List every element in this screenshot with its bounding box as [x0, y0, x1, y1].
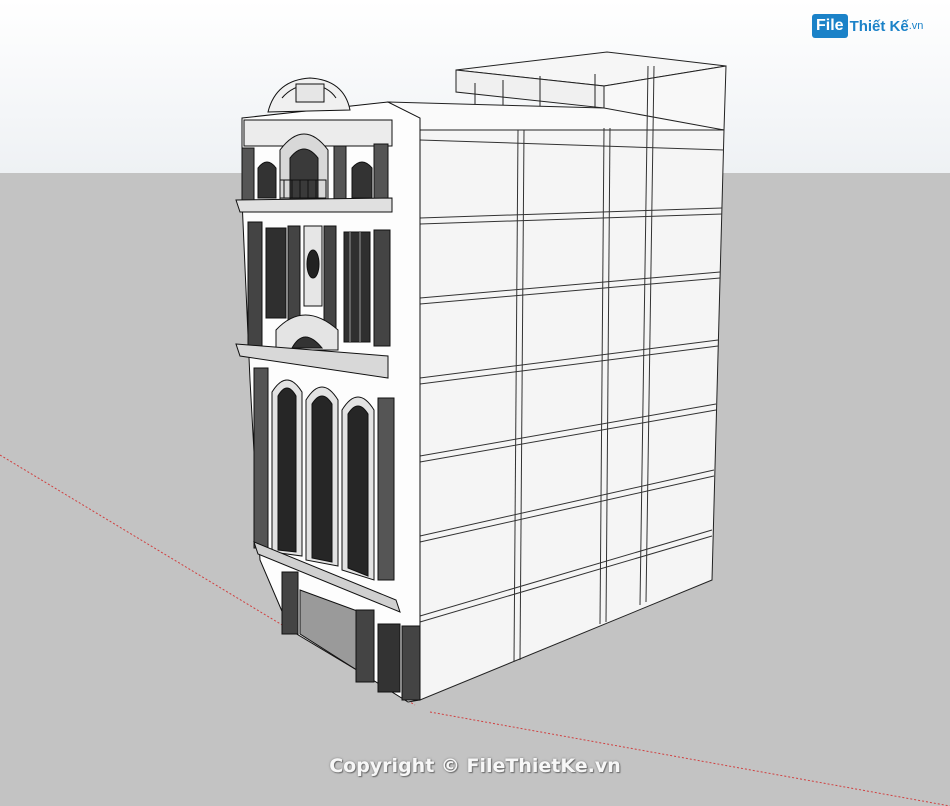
logo-tld-text: .vn — [908, 20, 924, 32]
brand-logo: File Thiết Kế .vn — [812, 10, 923, 42]
logo-file-badge: File — [812, 14, 848, 38]
modeling-viewport[interactable]: File Thiết Kế .vn Copyright © FileThietK… — [0, 0, 950, 806]
front-facade — [235, 77, 421, 703]
logo-brand-text: Thiết Kế — [849, 17, 909, 35]
copyright-watermark: Copyright © FileThietKe.vn — [329, 755, 621, 777]
building-model[interactable] — [0, 0, 950, 806]
